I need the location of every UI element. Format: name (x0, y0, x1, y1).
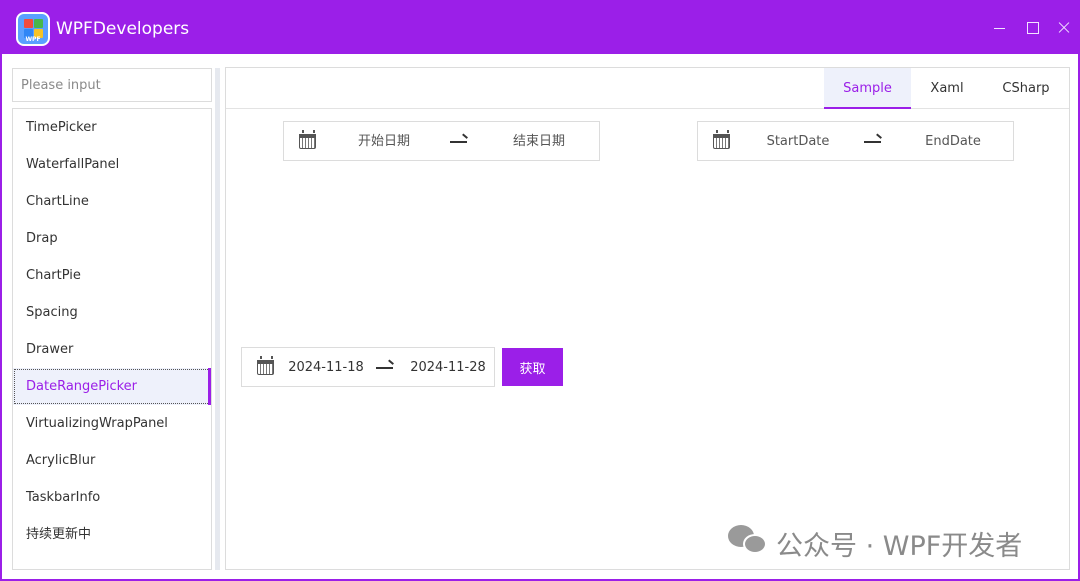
end-date-placeholder[interactable]: 结束日期 (489, 122, 589, 160)
start-date-placeholder[interactable]: 开始日期 (334, 122, 434, 160)
sidebar-item-virtualizingwrappanel[interactable]: VirtualizingWrapPanel (13, 405, 211, 442)
calendar-icon (256, 356, 274, 375)
sidebar-item-spacing[interactable]: Spacing (13, 294, 211, 331)
tab-bar: Sample Xaml CSharp (226, 68, 1069, 109)
sidebar-item-timepicker[interactable]: TimePicker (13, 109, 211, 146)
calendar-icon (712, 130, 730, 149)
arrow-right-icon (376, 367, 393, 369)
sidebar-item-waterfallpanel[interactable]: WaterfallPanel (13, 146, 211, 183)
sidebar-nav: TimePicker WaterfallPanel ChartLine Drap… (12, 108, 212, 570)
end-date-placeholder[interactable]: EndDate (903, 122, 1003, 160)
search-input[interactable] (12, 68, 212, 102)
close-icon[interactable] (1052, 16, 1076, 40)
sidebar-item-taskbarinfo[interactable]: TaskbarInfo (13, 479, 211, 516)
wpf-logo-icon: WPF (16, 12, 50, 46)
sidebar-item-acrylicblur[interactable]: AcrylicBlur (13, 442, 211, 479)
title-bar: WPF WPFDevelopers (2, 2, 1078, 54)
wechat-icon (728, 525, 768, 555)
watermark-text: 公众号 · WPF开发者 (776, 531, 1023, 562)
sidebar-item-chartpie[interactable]: ChartPie (13, 257, 211, 294)
start-date-value[interactable]: 2024-11-18 (284, 348, 368, 386)
date-range-picker-english[interactable]: StartDate EndDate (697, 121, 1014, 161)
window-title: WPFDevelopers (56, 19, 190, 39)
arrow-right-icon (450, 141, 467, 143)
date-range-picker-chinese[interactable]: 开始日期 结束日期 (283, 121, 600, 161)
sidebar-item-drap[interactable]: Drap (13, 220, 211, 257)
minimize-icon[interactable] (988, 16, 1012, 40)
arrow-right-icon (864, 141, 881, 143)
sidebar-item-updating[interactable]: 持续更新中 (13, 516, 211, 553)
pane-splitter[interactable] (215, 68, 220, 570)
tab-csharp[interactable]: CSharp (983, 68, 1069, 109)
maximize-icon[interactable] (1021, 16, 1045, 40)
calendar-icon (298, 130, 316, 149)
date-range-picker-filled[interactable]: 2024-11-18 2024-11-28 (241, 347, 495, 387)
end-date-value[interactable]: 2024-11-28 (406, 348, 490, 386)
sidebar-item-daterangepicker[interactable]: DateRangePicker (13, 368, 211, 405)
fetch-button[interactable]: 获取 (502, 348, 563, 386)
sidebar-item-chartline[interactable]: ChartLine (13, 183, 211, 220)
start-date-placeholder[interactable]: StartDate (748, 122, 848, 160)
tab-sample[interactable]: Sample (824, 68, 911, 109)
app-window: WPF WPFDevelopers TimePicker WaterfallPa… (0, 0, 1080, 581)
sidebar-item-drawer[interactable]: Drawer (13, 331, 211, 368)
logo-text: WPF (25, 36, 41, 43)
tab-xaml[interactable]: Xaml (911, 68, 983, 109)
content-pane: Sample Xaml CSharp 开始日期 结束日期 StartDate E… (225, 67, 1070, 570)
